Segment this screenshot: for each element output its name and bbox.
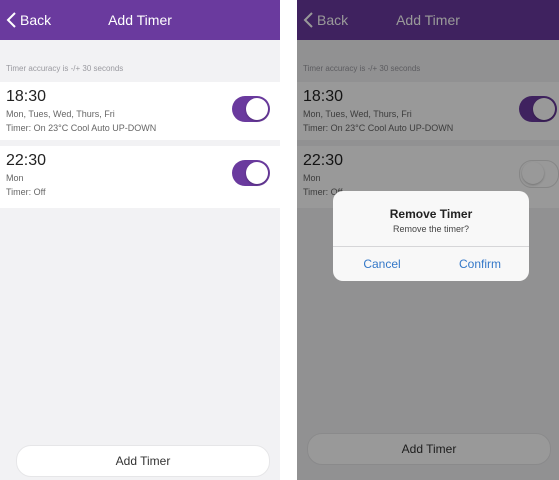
timer-list-screen: Back Add Timer Timer accuracy is -/+ 30 … <box>0 0 280 480</box>
toggle-knob <box>246 98 268 120</box>
confirm-button[interactable]: Confirm <box>431 247 529 281</box>
dialog-title: Remove Timer <box>389 207 473 221</box>
accuracy-hint: Timer accuracy is -/+ 30 seconds <box>6 64 124 73</box>
timer-row[interactable]: 18:30 Mon, Tues, Wed, Thurs, Fri Timer: … <box>0 82 280 140</box>
add-timer-button[interactable]: Add Timer <box>16 445 270 477</box>
timer-toggle[interactable] <box>232 160 270 186</box>
dialog-message: Remove the timer? <box>392 224 470 234</box>
nav-bar: Back Add Timer <box>0 0 280 40</box>
cancel-button[interactable]: Cancel <box>333 247 431 281</box>
timer-detail: Timer: On 23°C Cool Auto UP-DOWN <box>6 123 157 133</box>
timer-row[interactable]: 22:30 Mon Timer: Off <box>0 146 280 208</box>
page-title: Add Timer <box>108 12 172 28</box>
timer-toggle[interactable] <box>232 96 270 122</box>
timer-detail: Timer: Off <box>6 187 46 197</box>
remove-timer-screen: Back Add Timer Timer accuracy is -/+ 30 … <box>297 0 559 480</box>
remove-timer-dialog: Remove Timer Remove the timer? Cancel Co… <box>333 191 529 281</box>
toggle-knob <box>246 162 268 184</box>
dialog-actions: Cancel Confirm <box>333 246 529 281</box>
